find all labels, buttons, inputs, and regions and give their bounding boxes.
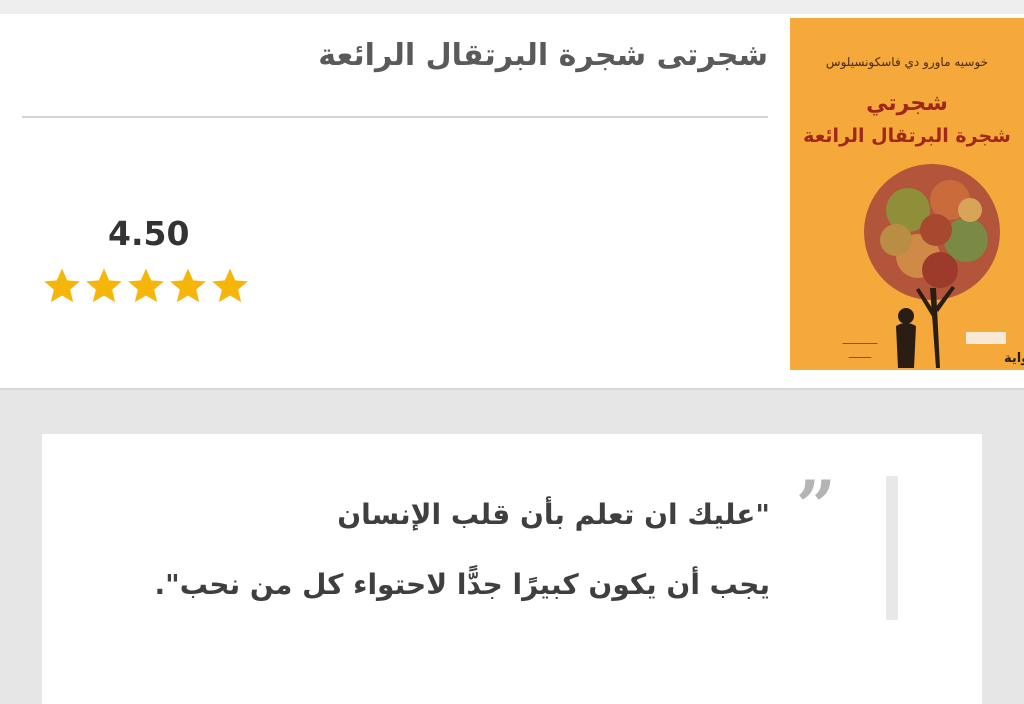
star-icon	[212, 268, 248, 303]
rating-stars[interactable]	[42, 266, 250, 306]
star-icon	[44, 268, 80, 303]
cover-title-line2: شجرة البرتقال الرائعة	[803, 125, 1011, 147]
star-icon	[170, 268, 206, 303]
book-cover-image: خوسيه ماورو دي فاسكونسيلوس شجرتي شجرة ال…	[790, 18, 1024, 370]
cover-genre: رواية	[1004, 351, 1024, 366]
book-cover[interactable]: خوسيه ماورو دي فاسكونسيلوس شجرتي شجرة ال…	[790, 18, 1024, 370]
star-icon	[86, 268, 122, 303]
cover-author: خوسيه ماورو دي فاسكونسيلوس	[826, 55, 988, 70]
divider	[22, 116, 768, 118]
quote-line-2: يجب أن يكون كبيرًا جدًّا لاحتواء كل من ن…	[154, 568, 770, 601]
cover-title-line1: شجرتي	[866, 91, 948, 116]
svg-text:ـــــــــــــــــ: ـــــــــــــــــ	[842, 338, 879, 346]
rating-value: 4.50	[108, 214, 190, 253]
quote-line-1: "عليك ان تعلم بأن قلب الإنسان	[337, 498, 770, 531]
book-title: شجرتى شجرة البرتقال الرائعة	[318, 38, 768, 73]
quote-bar	[886, 476, 898, 620]
book-header-card: شجرتى شجرة البرتقال الرائعة 4.50 خوسيه م…	[0, 0, 1024, 390]
quote-icon: ”	[795, 465, 836, 548]
svg-text:ـــــــــــ: ـــــــــــ	[848, 352, 873, 360]
star-icon	[128, 268, 164, 303]
quote-card: ” "عليك ان تعلم بأن قلب الإنسان يجب أن ي…	[42, 434, 982, 704]
